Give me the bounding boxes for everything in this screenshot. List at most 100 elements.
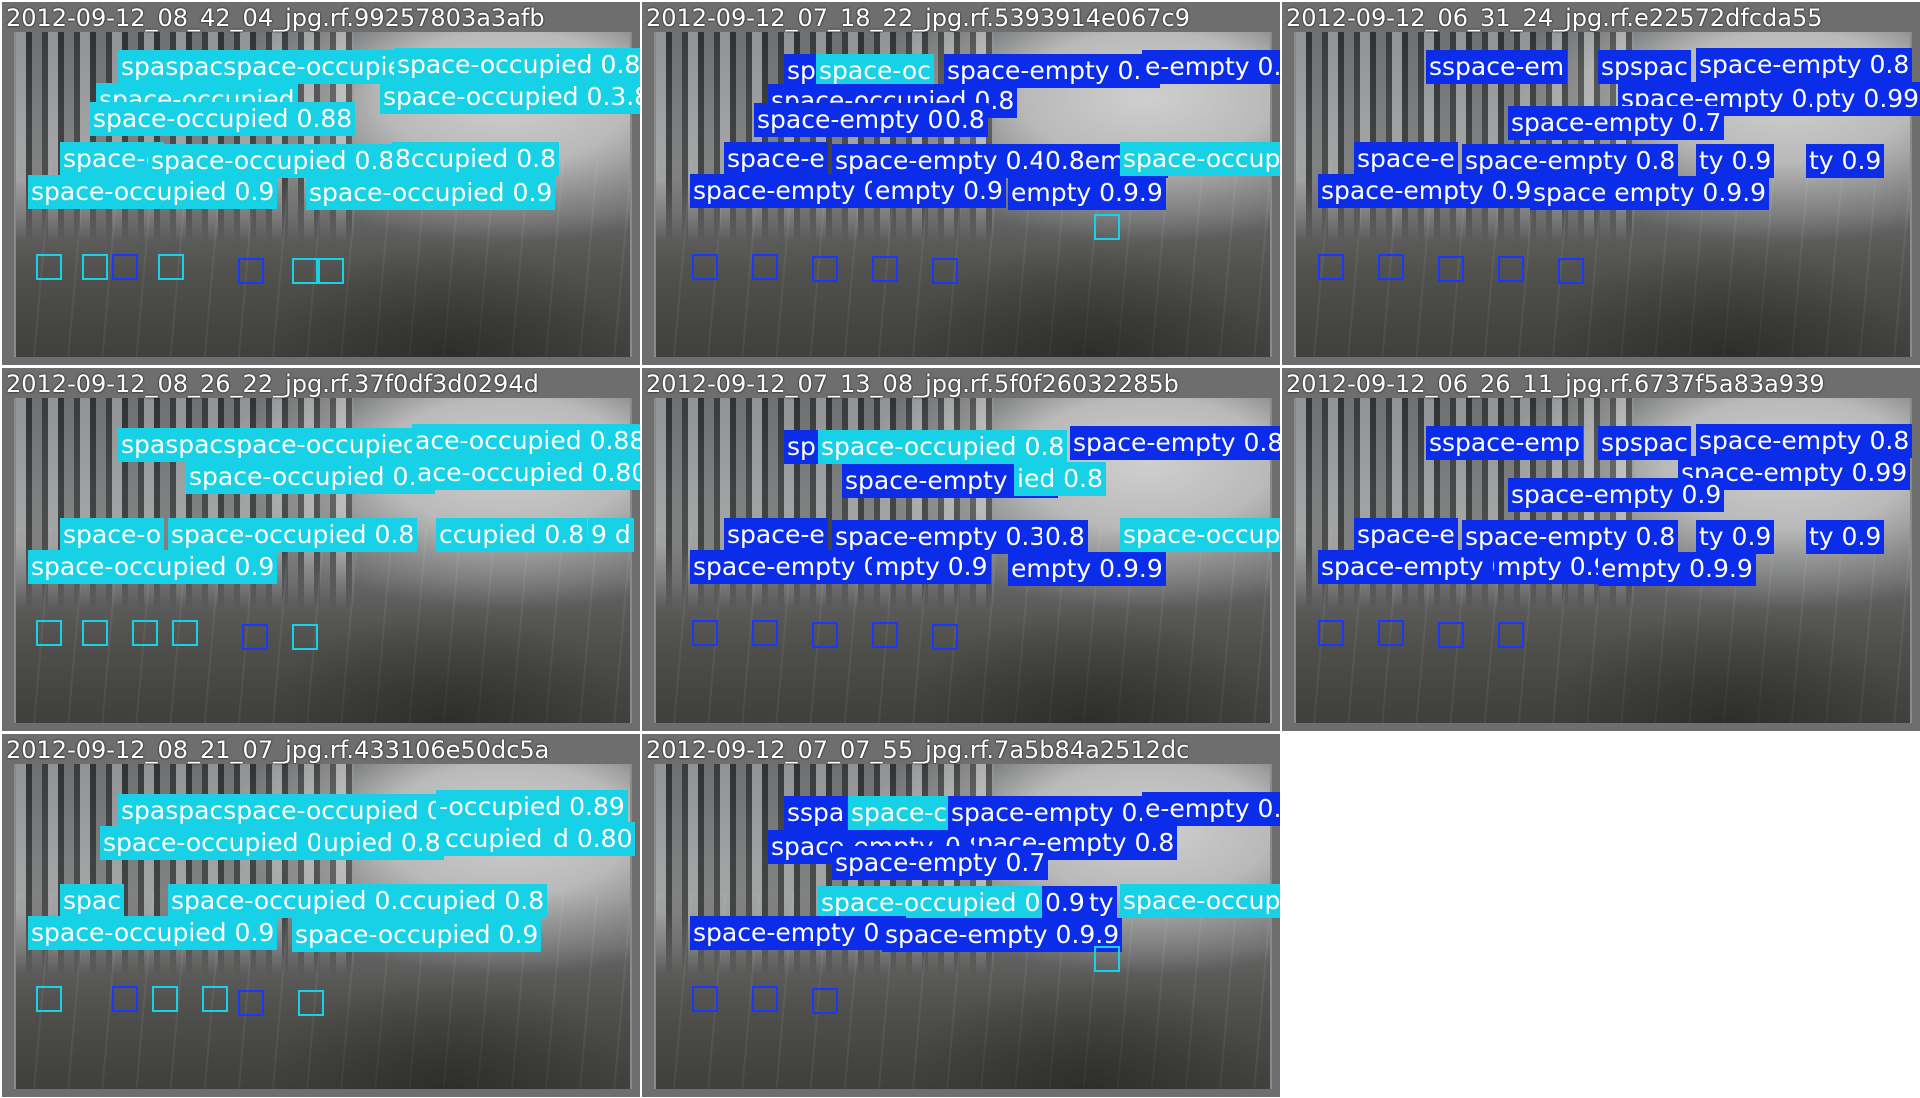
detection-box: [752, 986, 778, 1012]
detection-label: space-empty 0.899: [1070, 426, 1280, 460]
detection-box: [112, 254, 138, 280]
detection-box: [242, 624, 268, 650]
detection-box: [112, 986, 138, 1012]
detection-box: [1318, 620, 1344, 646]
detection-box: [1438, 256, 1464, 282]
detection-label: space-occupi: [1120, 142, 1280, 176]
tile-title: 2012-09-12_08_42_04_jpg.rf.99257803a3afb: [6, 4, 545, 32]
detection-label: d 0.80: [550, 822, 636, 856]
detection-label: space-empty 0.8: [1696, 424, 1913, 458]
detection-box: [812, 622, 838, 648]
detection-label: mpty 0.9: [1494, 550, 1613, 584]
detection-label: space-empty 0.3: [832, 520, 1049, 554]
detection-box: [36, 986, 62, 1012]
detection-box: [82, 254, 108, 280]
detection-label: space-occupied 0.3.8: [380, 80, 640, 114]
detection-label: 8ccupied 0.8: [392, 142, 560, 176]
detection-label: mpty 0.9: [872, 550, 991, 584]
detection-label: sspace-emp: [1426, 426, 1583, 460]
detection-label: empty 0.9.9: [1008, 552, 1166, 586]
detection-label: space empty 0.9.9: [1530, 176, 1770, 210]
detection-label: spspac: [1598, 50, 1691, 84]
tile-title: 2012-09-12_07_18_22_jpg.rf.5393914e067c9: [646, 4, 1190, 32]
detection-box: [932, 258, 958, 284]
detection-label: ty 0.9: [1696, 520, 1775, 554]
detection-label: 9 d: [588, 518, 634, 552]
detection-label: space-empty 0.9: [1508, 478, 1725, 512]
detection-box: [1558, 258, 1584, 284]
tile-title: 2012-09-12_07_07_55_jpg.rf.7a5b84a2512dc: [646, 736, 1190, 764]
detection-box: [158, 254, 184, 280]
detection-box: [1094, 214, 1120, 240]
detection-label: upied 0.8: [320, 826, 444, 860]
result-tile: 2012-09-12_06_26_11_jpg.rf.6737f5a83a939…: [1282, 368, 1920, 731]
detection-box: [692, 986, 718, 1012]
detection-label: space-empty 0.7: [1508, 106, 1725, 140]
detection-box: [1318, 254, 1344, 280]
detection-box: [202, 986, 228, 1012]
result-tile: 2012-09-12_07_07_55_jpg.rf.7a5b84a2512dc…: [642, 734, 1280, 1097]
detection-label: sspa: [784, 796, 848, 830]
result-tile: 2012-09-12_07_13_08_jpg.rf.5f0f26032285b…: [642, 368, 1280, 731]
detection-box: [292, 624, 318, 650]
detection-label: space-empty 0.9.9: [882, 918, 1123, 952]
detection-label: space-o: [60, 518, 165, 552]
detection-box: [298, 990, 324, 1016]
detection-label: ty 0.9: [1696, 144, 1775, 178]
detection-label: space-c: [848, 796, 951, 830]
detection-label: pty 0.99: [1812, 82, 1920, 116]
detection-box: [872, 622, 898, 648]
detection-label: space-occupied 0.7: [100, 826, 350, 860]
detection-label: e-empty 0.889: [1142, 792, 1280, 826]
detection-label: space-oc: [816, 54, 934, 88]
detection-label: spac: [60, 884, 124, 918]
detection-box: [692, 620, 718, 646]
detection-label: space-occupied 0.8: [818, 430, 1068, 464]
detection-label: ace-occupied 0.88: [412, 424, 640, 458]
detection-box: [292, 258, 318, 284]
detection-label: empty 0.9: [872, 174, 1006, 208]
detection-label: spaspacspace-occupied 0.4: [118, 794, 470, 828]
detection-label: space-e: [724, 142, 828, 176]
detection-box: [1094, 946, 1120, 972]
detection-box: [1378, 620, 1404, 646]
detection-label: space-occupied 0.88: [90, 102, 356, 136]
detection-box: [82, 620, 108, 646]
detection-label: space-occupied 0.8: [186, 460, 436, 494]
detection-label: spspac: [1598, 426, 1691, 460]
result-tile: 2012-09-12_07_18_22_jpg.rf.5393914e067c9…: [642, 2, 1280, 365]
detection-label: -occupied 0.89: [436, 790, 628, 824]
detection-label: sp: [784, 54, 819, 88]
detection-box: [1498, 622, 1524, 648]
detection-label: 0.8: [1042, 520, 1088, 554]
detection-label: space-occupi: [1120, 518, 1280, 552]
detection-label: space-empty 0.9: [690, 916, 907, 950]
detection-label: 0.9: [1042, 886, 1088, 920]
detection-box: [318, 258, 344, 284]
detection-label: space-occupied 0.9: [306, 176, 556, 210]
detection-label: space-occupied 0.9: [28, 916, 278, 950]
detection-label: space-occupied 0.8: [818, 886, 1068, 920]
detection-label: ty 0.9: [1806, 520, 1885, 554]
detection-label: space-empty 0.4: [832, 144, 1049, 178]
tile-title: 2012-09-12_07_13_08_jpg.rf.5f0f26032285b: [646, 370, 1179, 398]
result-tile: 2012-09-12_08_26_22_jpg.rf.37f0df3d0294d…: [2, 368, 640, 731]
detection-label: space-empty 0.4: [948, 796, 1165, 830]
detection-box: [752, 620, 778, 646]
detection-label: ace-occupied 0.80: [414, 456, 640, 490]
detection-box: [132, 620, 158, 646]
detection-box: [172, 620, 198, 646]
detection-label: ty 0.9: [1806, 144, 1885, 178]
detection-label: space-empty 0.7: [832, 846, 1049, 880]
detection-label: space-occupied 0.8: [148, 144, 398, 178]
detection-label: sspace-em: [1426, 50, 1568, 84]
detection-box: [36, 254, 62, 280]
detection-box: [872, 256, 898, 282]
detection-grid: 2012-09-12_08_42_04_jpg.rf.99257803a3afb…: [0, 0, 1920, 1098]
detection-label: ccupied 0.8: [436, 518, 588, 552]
detection-label: ty: [1086, 886, 1117, 920]
tile-title: 2012-09-12_08_21_07_jpg.rf.433106e50dc5a: [6, 736, 550, 764]
detection-box: [36, 620, 62, 646]
result-tile: 2012-09-12_08_21_07_jpg.rf.433106e50dc5a…: [2, 734, 640, 1097]
detection-label: empty 0.9.9: [1598, 552, 1756, 586]
